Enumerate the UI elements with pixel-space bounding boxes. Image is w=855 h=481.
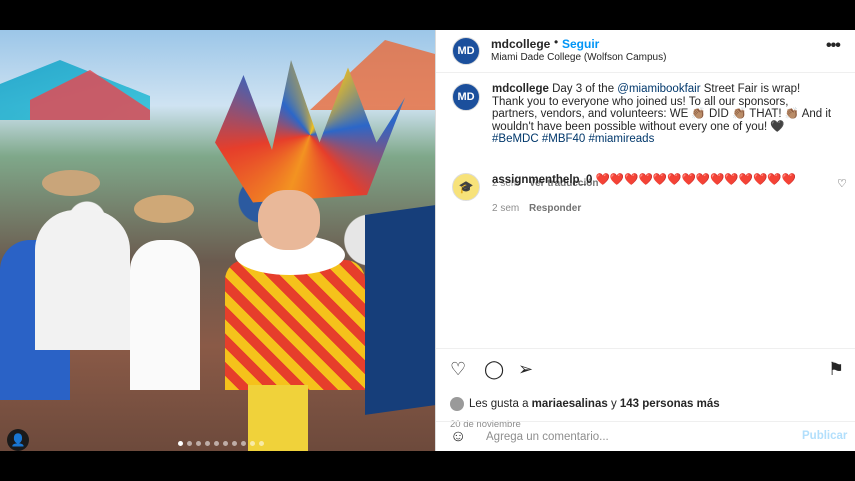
post-photo[interactable]: 👤	[0, 30, 435, 451]
carousel-dots	[178, 441, 264, 446]
caption-part1: Day 3 of the	[548, 83, 618, 95]
commenter-username[interactable]: assignmenthelp_0	[492, 174, 592, 186]
post-username[interactable]: mdcollege	[491, 37, 550, 51]
person-figure	[130, 240, 200, 390]
post-side-panel: MD mdcollege • Seguir Miami Dade College…	[435, 30, 855, 451]
likes-count[interactable]: 143 personas más	[620, 398, 720, 410]
comment-input[interactable]	[484, 427, 788, 447]
carousel-dot[interactable]	[259, 441, 264, 446]
carousel-dot[interactable]	[250, 441, 255, 446]
emoji-icon[interactable]: ☺	[450, 428, 466, 446]
tent-decoration	[310, 40, 435, 110]
carousel-dot[interactable]	[214, 441, 219, 446]
reply-button[interactable]: Responder	[529, 203, 581, 214]
face-shape	[258, 190, 320, 250]
carousel-dot[interactable]	[196, 441, 201, 446]
caption-username[interactable]: mdcollege	[492, 83, 549, 95]
caption-avatar[interactable]: MD	[452, 83, 480, 111]
save-icon[interactable]: ⚑	[828, 359, 844, 380]
costume-shape	[225, 260, 365, 390]
share-icon[interactable]: ➢	[518, 359, 533, 380]
like-icon[interactable]: ♡	[450, 359, 466, 380]
likes-middle: y	[607, 398, 620, 411]
location-link[interactable]: Miami Dade College (Wolfson Campus)	[491, 52, 666, 63]
comment-time: 2 sem	[492, 203, 520, 214]
banner-shape	[365, 205, 435, 415]
hat-shape	[42, 170, 100, 196]
separator-dot: •	[554, 35, 559, 49]
carousel-dot[interactable]	[187, 441, 192, 446]
person-figure	[35, 210, 130, 350]
carousel-dot[interactable]	[223, 441, 228, 446]
carousel-dot[interactable]	[205, 441, 210, 446]
more-options-icon[interactable]: •••	[826, 37, 841, 55]
caption-text: mdcollege Day 3 of the @miamibookfair St…	[492, 83, 832, 146]
post-dialog: 👤 MD mdcollege • Seguir Miami Dade Colle…	[0, 30, 855, 451]
carousel-dot[interactable]	[241, 441, 246, 446]
follow-button[interactable]: Seguir	[562, 37, 599, 51]
add-comment-bar: ☺ Publicar	[436, 421, 855, 452]
likes-summary[interactable]: Les gusta a mariaesalinas y 143 personas…	[450, 397, 720, 411]
hashtags-link[interactable]: #BeMDC #MBF40 #miamireads	[492, 133, 654, 145]
likes-prefix: Les gusta a	[469, 398, 532, 411]
post-header: MD mdcollege • Seguir Miami Dade College…	[436, 30, 855, 73]
likes-user[interactable]: mariaesalinas	[532, 398, 608, 410]
profile-avatar[interactable]: MD	[452, 37, 480, 65]
comment-like-icon[interactable]: ♡	[837, 177, 847, 190]
commenter-avatar[interactable]: 🎓	[452, 173, 480, 201]
comment-icon[interactable]: ◯	[484, 359, 504, 380]
liker-avatar	[450, 397, 464, 411]
post-comment-button[interactable]: Publicar	[802, 430, 847, 442]
carousel-dot[interactable]	[232, 441, 237, 446]
tagged-user-icon[interactable]: 👤	[7, 429, 29, 451]
comment-hearts: ❤️❤️❤️❤️❤️❤️❤️❤️❤️❤️❤️❤️❤️❤️	[595, 174, 797, 186]
comment-text: assignmenthelp_0 ❤️❤️❤️❤️❤️❤️❤️❤️❤️❤️❤️❤…	[492, 174, 827, 187]
mention-link[interactable]: @miamibookfair	[617, 83, 700, 95]
hat-shape	[134, 195, 194, 223]
carousel-dot[interactable]	[178, 441, 183, 446]
